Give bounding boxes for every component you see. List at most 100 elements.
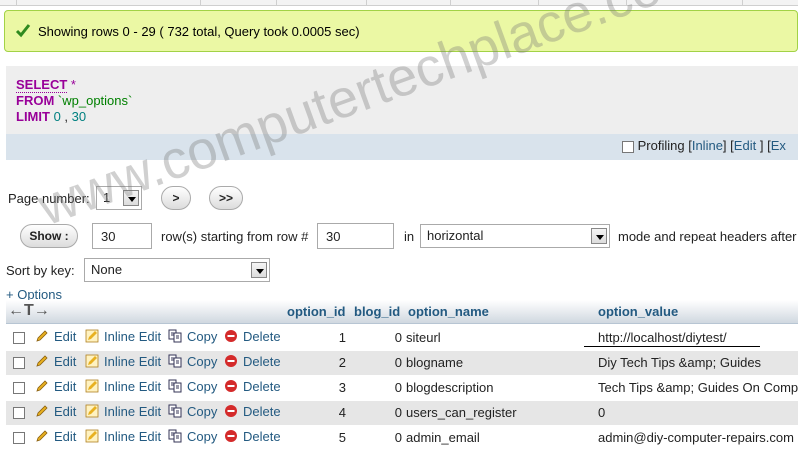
row-copy-link[interactable]: Copy bbox=[168, 404, 217, 419]
cell-option-id: 5 bbox=[338, 430, 346, 445]
row-delete-link[interactable]: Delete bbox=[224, 404, 281, 419]
show-button[interactable]: Show : bbox=[20, 224, 78, 248]
tab-strip bbox=[0, 0, 798, 6]
inline-edit-icon bbox=[85, 404, 99, 418]
table-row: Edit Inline Edit Copy Delete 4 0 users_can_reg… bbox=[6, 401, 798, 426]
profiling-label: Profiling bbox=[637, 138, 685, 153]
delete-label: Delete bbox=[243, 404, 281, 419]
start-row-input[interactable]: 30 bbox=[317, 223, 394, 249]
chevron-down-icon bbox=[591, 228, 607, 244]
sql-star: * bbox=[70, 77, 76, 92]
edit-label: Edit bbox=[54, 404, 77, 419]
cell-option-name: users_can_register bbox=[406, 405, 517, 420]
cell-option-name: blogname bbox=[406, 355, 464, 370]
sql-query-box: SELECT * FROM `wp_options` LIMIT 0 , 30 … bbox=[6, 66, 798, 160]
sql-select-keyword[interactable]: SELECT bbox=[16, 77, 68, 93]
mode-label: mode and repeat headers after bbox=[618, 229, 797, 244]
copy-label: Copy bbox=[187, 404, 218, 419]
inline-edit-label: Inline Edit bbox=[104, 404, 162, 419]
edit-query-link[interactable]: Edit bbox=[734, 138, 756, 153]
page-number-select[interactable]: 1 bbox=[96, 186, 142, 210]
display-mode-select[interactable]: horizontal bbox=[420, 224, 610, 248]
row-edit-link[interactable]: Edit bbox=[35, 429, 76, 444]
row-delete-link[interactable]: Delete bbox=[224, 329, 281, 344]
inline-edit-icon bbox=[85, 329, 99, 343]
table-row: Edit Inline Edit Copy Delete 2 0 blogname Diy T… bbox=[6, 351, 798, 376]
column-header-option-name[interactable]: option_name bbox=[408, 304, 489, 319]
sql-limit-keyword: LIMIT bbox=[16, 109, 50, 124]
last-page-button[interactable]: >> bbox=[209, 186, 243, 210]
cell-blog-id: 0 bbox=[394, 330, 402, 345]
edit-label: Edit bbox=[54, 329, 77, 344]
row-checkbox[interactable] bbox=[13, 407, 25, 419]
row-delete-link[interactable]: Delete bbox=[224, 379, 281, 394]
row-copy-link[interactable]: Copy bbox=[168, 329, 217, 344]
copy-label: Copy bbox=[187, 379, 218, 394]
row-edit-link[interactable]: Edit bbox=[35, 354, 76, 369]
row-edit-link[interactable]: Edit bbox=[35, 329, 76, 344]
row-checkbox[interactable] bbox=[13, 357, 25, 369]
explain-sql-link[interactable]: Ex bbox=[771, 138, 786, 153]
inline-edit-icon bbox=[85, 429, 99, 443]
delete-label: Delete bbox=[243, 329, 281, 344]
row-edit-link[interactable]: Edit bbox=[35, 379, 76, 394]
rows-count-input[interactable]: 30 bbox=[92, 223, 152, 249]
column-header-blog-id[interactable]: blog_id bbox=[354, 304, 400, 319]
sort-key-label: Sort by key: bbox=[6, 263, 75, 278]
inline-edit-query-link[interactable]: Inline bbox=[692, 138, 723, 153]
success-message: Showing rows 0 - 29 ( 732 total, Query t… bbox=[4, 10, 798, 52]
row-edit-link[interactable]: Edit bbox=[35, 404, 76, 419]
cell-option-id: 4 bbox=[338, 405, 346, 420]
row-inline-edit-link[interactable]: Inline Edit bbox=[85, 379, 161, 394]
results-header: ←T→ option_id blog_id option_name option… bbox=[6, 300, 798, 324]
cell-option-value: 0 bbox=[598, 405, 606, 420]
sort-key-select[interactable]: None bbox=[84, 258, 270, 282]
row-checkbox[interactable] bbox=[13, 432, 25, 444]
delete-icon bbox=[225, 405, 237, 417]
row-delete-link[interactable]: Delete bbox=[224, 354, 281, 369]
cell-blog-id: 0 bbox=[394, 430, 402, 445]
status-text: Showing rows 0 - 29 ( 732 total, Query t… bbox=[38, 24, 360, 39]
row-checkbox[interactable] bbox=[13, 382, 25, 394]
row-checkbox[interactable] bbox=[13, 332, 25, 344]
table-row: Edit Inline Edit Copy Delete 5 0 admin_email ad… bbox=[6, 426, 798, 451]
column-header-option-id[interactable]: option_id bbox=[287, 304, 346, 319]
cell-option-value: admin@diy-computer-repairs.com bbox=[598, 430, 794, 445]
row-delete-link[interactable]: Delete bbox=[224, 429, 281, 444]
edit-label: Edit bbox=[54, 379, 77, 394]
row-copy-link[interactable]: Copy bbox=[168, 354, 217, 369]
cell-blog-id: 0 bbox=[394, 405, 402, 420]
copy-icon bbox=[168, 404, 182, 418]
bracket: ] bbox=[759, 138, 764, 153]
page-number-label: Page number: bbox=[8, 191, 90, 206]
column-header-option-value[interactable]: option_value bbox=[598, 304, 678, 319]
row-copy-link[interactable]: Copy bbox=[168, 429, 217, 444]
delete-label: Delete bbox=[243, 429, 281, 444]
inline-edit-icon bbox=[85, 379, 99, 393]
sort-key-value: None bbox=[91, 262, 123, 277]
cell-option-name: siteurl bbox=[406, 330, 441, 345]
row-inline-edit-link[interactable]: Inline Edit bbox=[85, 404, 161, 419]
cell-blog-id: 0 bbox=[394, 380, 402, 395]
sql-from-keyword: FROM bbox=[16, 93, 55, 108]
column-expand-icon[interactable]: ←T→ bbox=[8, 302, 50, 320]
copy-icon bbox=[168, 329, 182, 343]
delete-icon bbox=[225, 330, 237, 342]
next-page-button[interactable]: > bbox=[161, 186, 191, 210]
cell-option-id: 1 bbox=[338, 330, 346, 345]
check-icon bbox=[15, 24, 31, 38]
cell-option-value: http://localhost/diytest/ bbox=[598, 330, 727, 345]
display-mode-value: horizontal bbox=[427, 228, 484, 243]
chevron-down-icon bbox=[251, 262, 267, 278]
row-copy-link[interactable]: Copy bbox=[168, 379, 217, 394]
row-inline-edit-link[interactable]: Inline Edit bbox=[85, 329, 161, 344]
row-inline-edit-link[interactable]: Inline Edit bbox=[85, 429, 161, 444]
row-inline-edit-link[interactable]: Inline Edit bbox=[85, 354, 161, 369]
pencil-icon bbox=[36, 380, 48, 392]
profiling-checkbox[interactable] bbox=[622, 140, 634, 153]
copy-label: Copy bbox=[187, 329, 218, 344]
delete-label: Delete bbox=[243, 354, 281, 369]
inline-edit-label: Inline Edit bbox=[104, 379, 162, 394]
sql-limit-sep: , bbox=[64, 109, 69, 124]
delete-icon bbox=[225, 430, 237, 442]
